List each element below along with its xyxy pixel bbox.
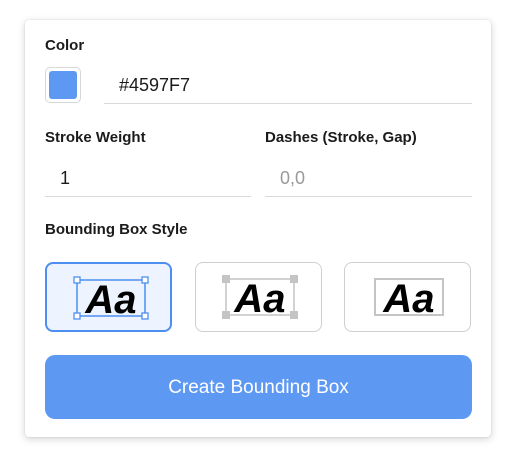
bbox-with-handles-icon: Aa xyxy=(73,276,149,322)
dashes-label: Dashes (Stroke, Gap) xyxy=(265,129,417,146)
style-option-handles[interactable]: Aa xyxy=(45,262,172,332)
style-option-corners[interactable]: Aa xyxy=(195,262,322,332)
color-swatch[interactable] xyxy=(45,67,81,103)
style-option-sample: Aa xyxy=(84,278,136,322)
dashes-input[interactable]: 0,0 xyxy=(265,161,472,197)
bounding-box-style-label: Bounding Box Style xyxy=(45,221,188,238)
color-label: Color xyxy=(45,37,85,54)
bbox-plain-frame-icon: Aa xyxy=(374,277,444,321)
stroke-weight-label: Stroke Weight xyxy=(45,129,146,146)
style-option-plain[interactable]: Aa xyxy=(344,262,471,332)
style-option-sample: Aa xyxy=(382,277,434,321)
bbox-corner-squares-icon: Aa xyxy=(222,275,298,321)
bounding-box-panel: Color #4597F7 Stroke Weight 1 Dashes (St… xyxy=(25,20,491,437)
stroke-weight-input[interactable]: 1 xyxy=(45,161,251,197)
style-option-sample: Aa xyxy=(233,277,285,321)
create-bounding-box-button[interactable]: Create Bounding Box xyxy=(45,355,472,419)
color-swatch-fill xyxy=(49,71,77,99)
color-hex-input[interactable]: #4597F7 xyxy=(104,68,472,104)
